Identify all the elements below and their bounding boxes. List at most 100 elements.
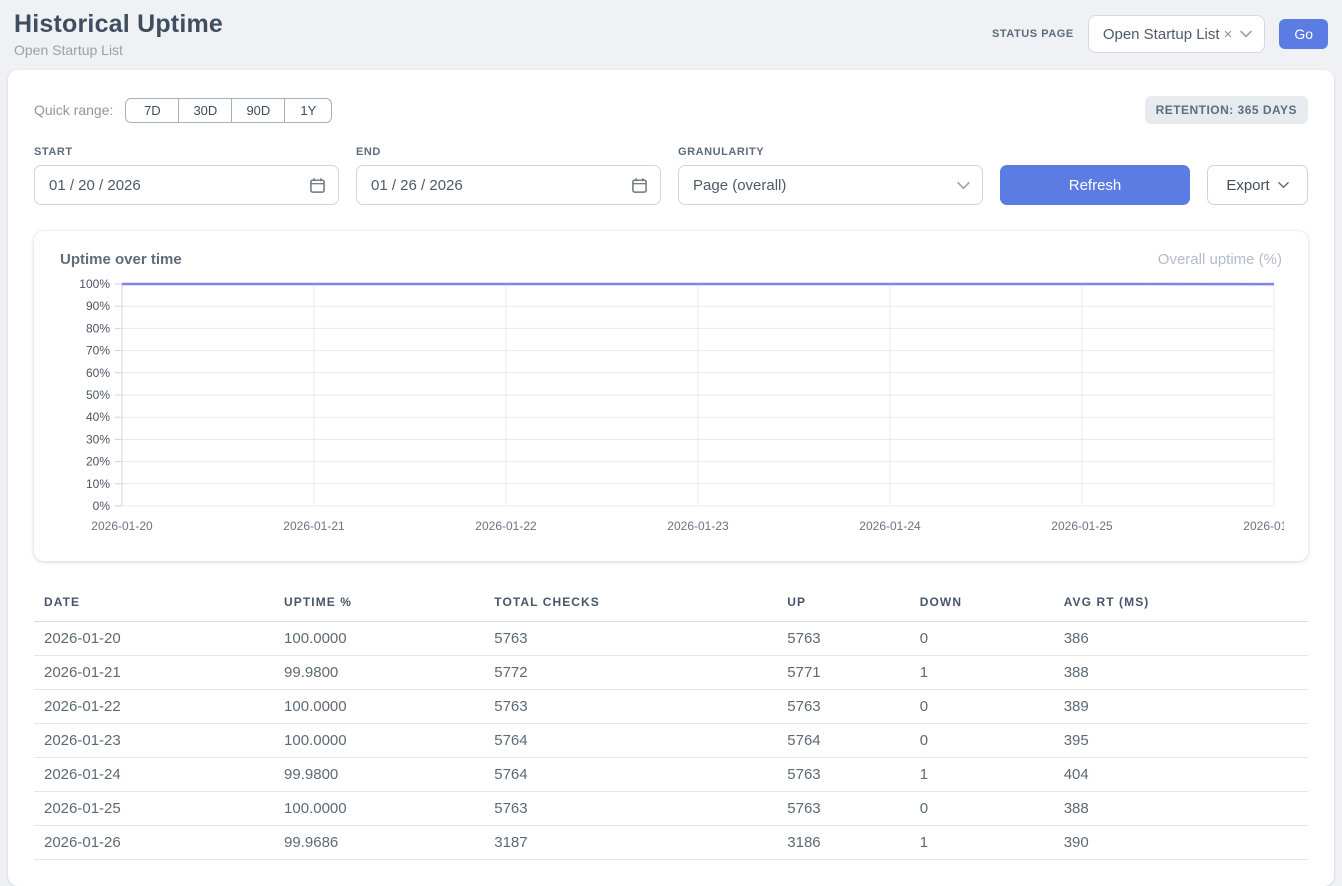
status-page-group: STATUS PAGE Open Startup List × Go [992,15,1328,53]
table-cell: 100.0000 [276,622,486,656]
main-panel: Quick range: 7D30D90D1Y RETENTION: 365 D… [8,70,1334,886]
granularity-label: GRANULARITY [678,146,983,158]
svg-text:100%: 100% [79,278,110,291]
filter-controls-row: START 01 / 20 / 2026 END 01 / 26 / 2026 … [34,146,1308,205]
table-cell: 5763 [486,690,779,724]
table-cell: 388 [1056,792,1308,826]
table-header-avg-rt-ms-: AVG RT (MS) [1056,589,1308,622]
svg-text:2026-01-25: 2026-01-25 [1051,519,1113,533]
table-cell: 389 [1056,690,1308,724]
table-row: 2026-01-2699.9686318731861390 [34,826,1308,860]
end-date-label: END [356,146,661,158]
quick-range-90d[interactable]: 90D [231,98,285,123]
table-cell: 1 [912,656,1056,690]
table-cell: 404 [1056,758,1308,792]
export-button[interactable]: Export [1207,165,1308,205]
top-controls-row: Quick range: 7D30D90D1Y RETENTION: 365 D… [34,96,1308,124]
table-cell: 2026-01-21 [34,656,276,690]
table-cell: 395 [1056,724,1308,758]
table-cell: 386 [1056,622,1308,656]
status-page-selected-value: Open Startup List [1103,26,1220,43]
table-cell: 5763 [779,792,911,826]
table-cell: 5763 [779,758,911,792]
table-cell: 2026-01-26 [34,826,276,860]
uptime-chart-card: Uptime over time Overall uptime (%) 100%… [34,231,1308,561]
table-cell: 1 [912,758,1056,792]
chevron-down-icon [1278,181,1289,189]
quick-range-label: Quick range: [34,102,113,118]
title-block: Historical Uptime Open Startup List [14,10,223,58]
svg-text:90%: 90% [86,299,110,313]
quick-range-7d[interactable]: 7D [125,98,179,123]
svg-text:10%: 10% [86,477,110,491]
table-cell: 100.0000 [276,690,486,724]
export-button-label: Export [1226,177,1269,194]
svg-text:60%: 60% [86,366,110,380]
table-cell: 5764 [779,724,911,758]
svg-text:50%: 50% [86,388,110,402]
table-cell: 5763 [779,622,911,656]
chart-svg: 100%90%80%70%60%50%40%30%20%10%0%2026-01… [58,278,1284,542]
quick-range-1y[interactable]: 1Y [284,98,332,123]
table-header-uptime-: UPTIME % [276,589,486,622]
chevron-down-icon [1240,30,1252,38]
start-date-value: 01 / 20 / 2026 [49,177,141,194]
svg-text:0%: 0% [93,499,111,513]
svg-text:80%: 80% [86,321,110,335]
page-header: Historical Uptime Open Startup List STAT… [0,0,1342,70]
calendar-icon[interactable] [631,177,648,194]
table-cell: 5763 [486,622,779,656]
table-cell: 100.0000 [276,724,486,758]
granularity-select[interactable]: Page (overall) [678,165,983,205]
end-date-field: END 01 / 26 / 2026 [356,146,661,205]
table-cell: 2026-01-24 [34,758,276,792]
table-cell: 2026-01-22 [34,690,276,724]
table-cell: 2026-01-20 [34,622,276,656]
svg-text:40%: 40% [86,410,110,424]
table-cell: 390 [1056,826,1308,860]
table-row: 2026-01-25100.0000576357630388 [34,792,1308,826]
quick-range-30d[interactable]: 30D [178,98,232,123]
start-date-label: START [34,146,339,158]
svg-text:2026-01-22: 2026-01-22 [475,519,537,533]
table-cell: 3186 [779,826,911,860]
table-cell: 3187 [486,826,779,860]
table-row: 2026-01-2499.9800576457631404 [34,758,1308,792]
start-date-input[interactable]: 01 / 20 / 2026 [34,165,339,205]
table-cell: 388 [1056,656,1308,690]
clear-selection-icon[interactable]: × [1224,26,1233,43]
calendar-icon[interactable] [309,177,326,194]
table-header-up: UP [779,589,911,622]
table-cell: 5771 [779,656,911,690]
granularity-selected-value: Page (overall) [693,177,786,194]
status-page-select[interactable]: Open Startup List × [1088,15,1266,53]
refresh-button[interactable]: Refresh [1000,165,1190,205]
table-cell: 0 [912,724,1056,758]
svg-text:2026-01-24: 2026-01-24 [859,519,921,533]
svg-text:20%: 20% [86,455,110,469]
table-cell: 0 [912,792,1056,826]
table-cell: 2026-01-23 [34,724,276,758]
chart-title: Uptime over time [60,251,182,268]
table-cell: 100.0000 [276,792,486,826]
chart-header: Uptime over time Overall uptime (%) [58,251,1284,278]
go-button[interactable]: Go [1279,19,1328,49]
retention-badge: RETENTION: 365 DAYS [1145,96,1308,124]
table-cell: 2026-01-25 [34,792,276,826]
end-date-input[interactable]: 01 / 26 / 2026 [356,165,661,205]
svg-text:70%: 70% [86,344,110,358]
quick-range-wrap: Quick range: 7D30D90D1Y [34,98,332,123]
page-subtitle: Open Startup List [14,42,223,58]
table-head: DATEUPTIME %TOTAL CHECKSUPDOWNAVG RT (MS… [34,589,1308,622]
uptime-line-chart: 100%90%80%70%60%50%40%30%20%10%0%2026-01… [58,278,1284,547]
table-cell: 5764 [486,724,779,758]
end-date-value: 01 / 26 / 2026 [371,177,463,194]
table-cell: 5763 [779,690,911,724]
table-header-down: DOWN [912,589,1056,622]
page-title: Historical Uptime [14,10,223,39]
chevron-down-icon [957,181,970,190]
table-cell: 1 [912,826,1056,860]
status-page-label: STATUS PAGE [992,28,1074,40]
chart-legend: Overall uptime (%) [1158,251,1282,268]
table-header-date: DATE [34,589,276,622]
